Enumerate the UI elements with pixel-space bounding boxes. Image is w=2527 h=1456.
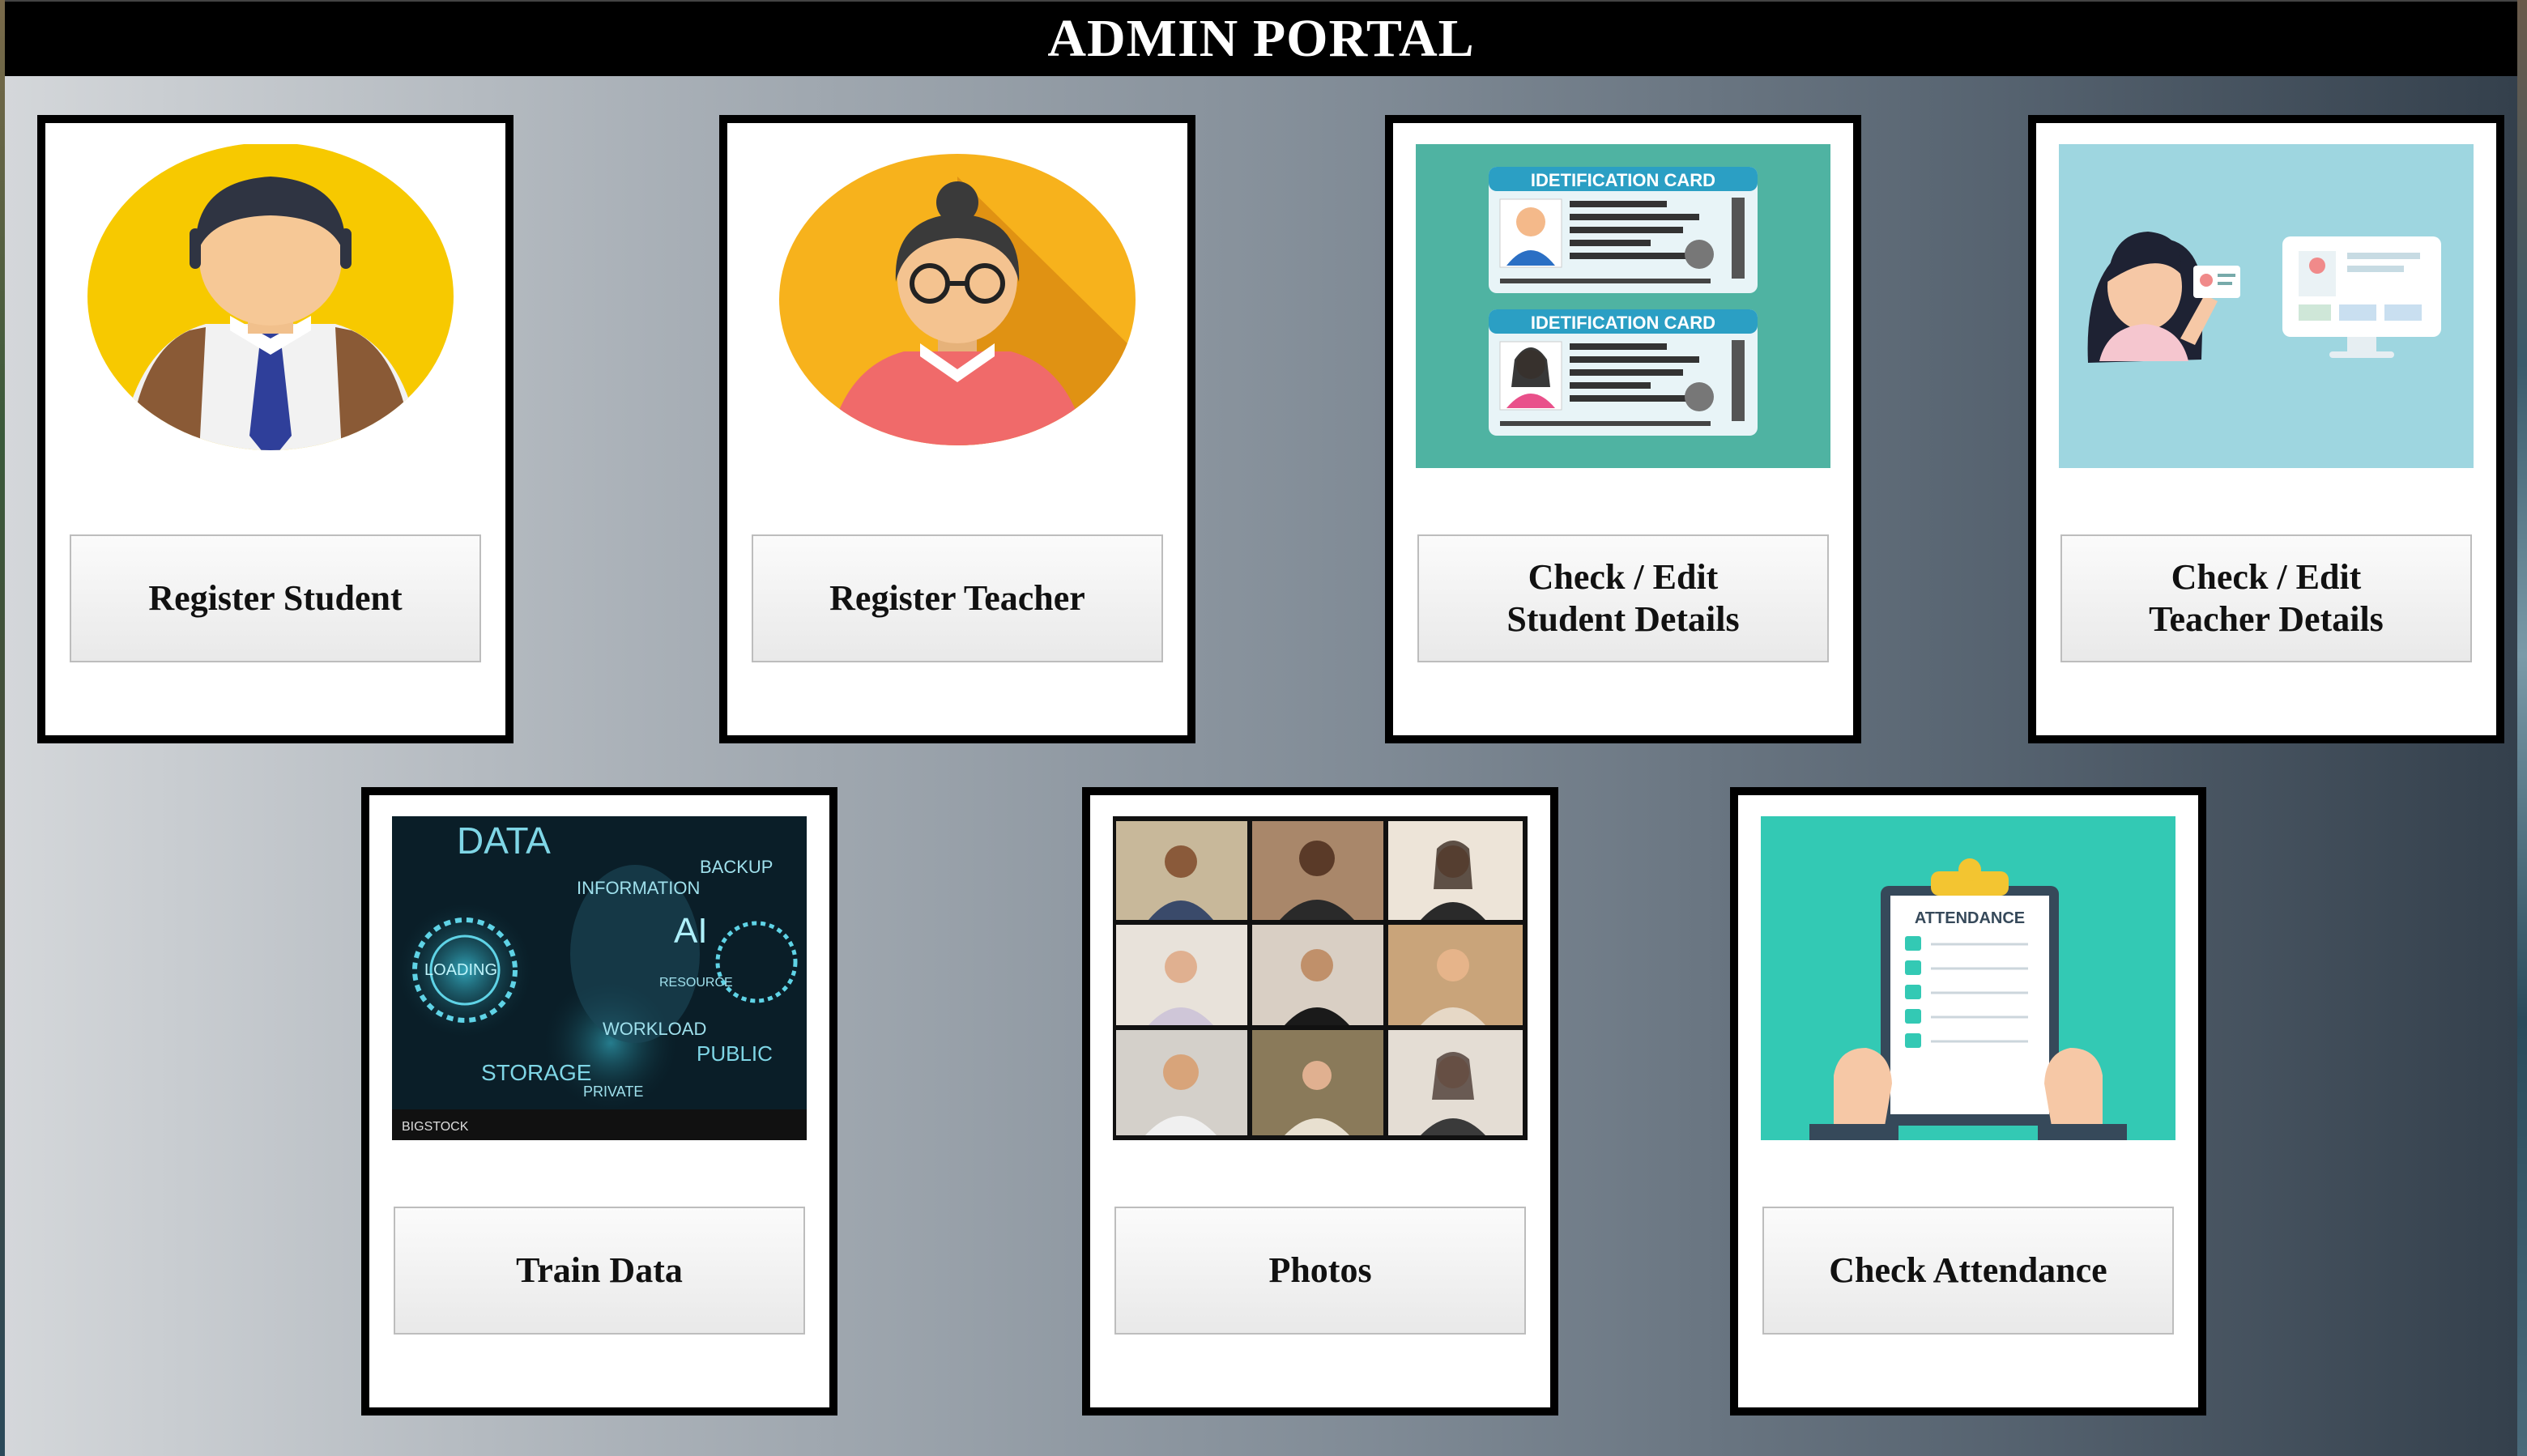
register-student-button[interactable]: Register Student	[70, 534, 481, 662]
title-bar: ADMIN PORTAL	[5, 0, 2517, 76]
id-card-caption-top: IDETIFICATION CARD	[1531, 170, 1715, 190]
page-title: ADMIN PORTAL	[1047, 9, 1475, 68]
check-edit-teacher-details-button[interactable]: Check / Edit Teacher Details	[2060, 534, 2472, 662]
teacher-details-card: Check / Edit Teacher Details	[2028, 115, 2504, 743]
private-word: PRIVATE	[583, 1083, 643, 1100]
data-ai-collage-icon: DATA INFORMATION BACKUP AI LOADING RESOU…	[392, 816, 807, 1140]
loading-word: LOADING	[424, 961, 497, 979]
student-details-card: IDETIFICATION CARD IDETIFICATION CARD Ch…	[1385, 115, 1861, 743]
public-word: PUBLIC	[697, 1041, 773, 1066]
id-card-icon: IDETIFICATION CARD IDETIFICATION CARD	[1416, 144, 1830, 468]
storage-word: STORAGE	[481, 1060, 591, 1085]
photos-button[interactable]: Photos	[1114, 1207, 1526, 1335]
attendance-clipboard-icon: ATTENDANCE	[1761, 816, 2175, 1140]
admin-portal-window: ADMIN PORTAL Register Student Register T…	[5, 0, 2517, 1456]
video-call-grid-icon	[1113, 816, 1528, 1140]
ai-word: AI	[674, 911, 708, 951]
attendance-heading: ATTENDANCE	[1915, 909, 2025, 927]
backup-word: BACKUP	[700, 857, 773, 877]
train-data-button[interactable]: Train Data	[394, 1207, 805, 1335]
workload-word: WORKLOAD	[603, 1019, 706, 1039]
register-teacher-card: Register Teacher	[719, 115, 1195, 743]
data-word: DATA	[457, 820, 551, 862]
check-edit-student-details-button[interactable]: Check / Edit Student Details	[1417, 534, 1829, 662]
teacher-id-illustration-icon	[2059, 144, 2474, 468]
resource-word: RESOURCE	[659, 976, 733, 990]
photos-card: Photos	[1082, 787, 1558, 1416]
information-word: INFORMATION	[577, 878, 700, 898]
student-avatar-icon	[68, 144, 483, 468]
teacher-avatar-icon	[750, 144, 1165, 468]
id-card-caption-bottom: IDETIFICATION CARD	[1531, 313, 1715, 333]
check-attendance-button[interactable]: Check Attendance	[1762, 1207, 2174, 1335]
check-attendance-card: ATTENDANCE Check Attendance	[1730, 787, 2206, 1416]
register-student-card: Register Student	[37, 115, 513, 743]
train-data-card: DATA INFORMATION BACKUP AI LOADING RESOU…	[361, 787, 837, 1416]
desktop-background-right	[2517, 0, 2527, 1456]
bigstock-watermark: BIGSTOCK	[402, 1120, 469, 1134]
register-teacher-button[interactable]: Register Teacher	[752, 534, 1163, 662]
